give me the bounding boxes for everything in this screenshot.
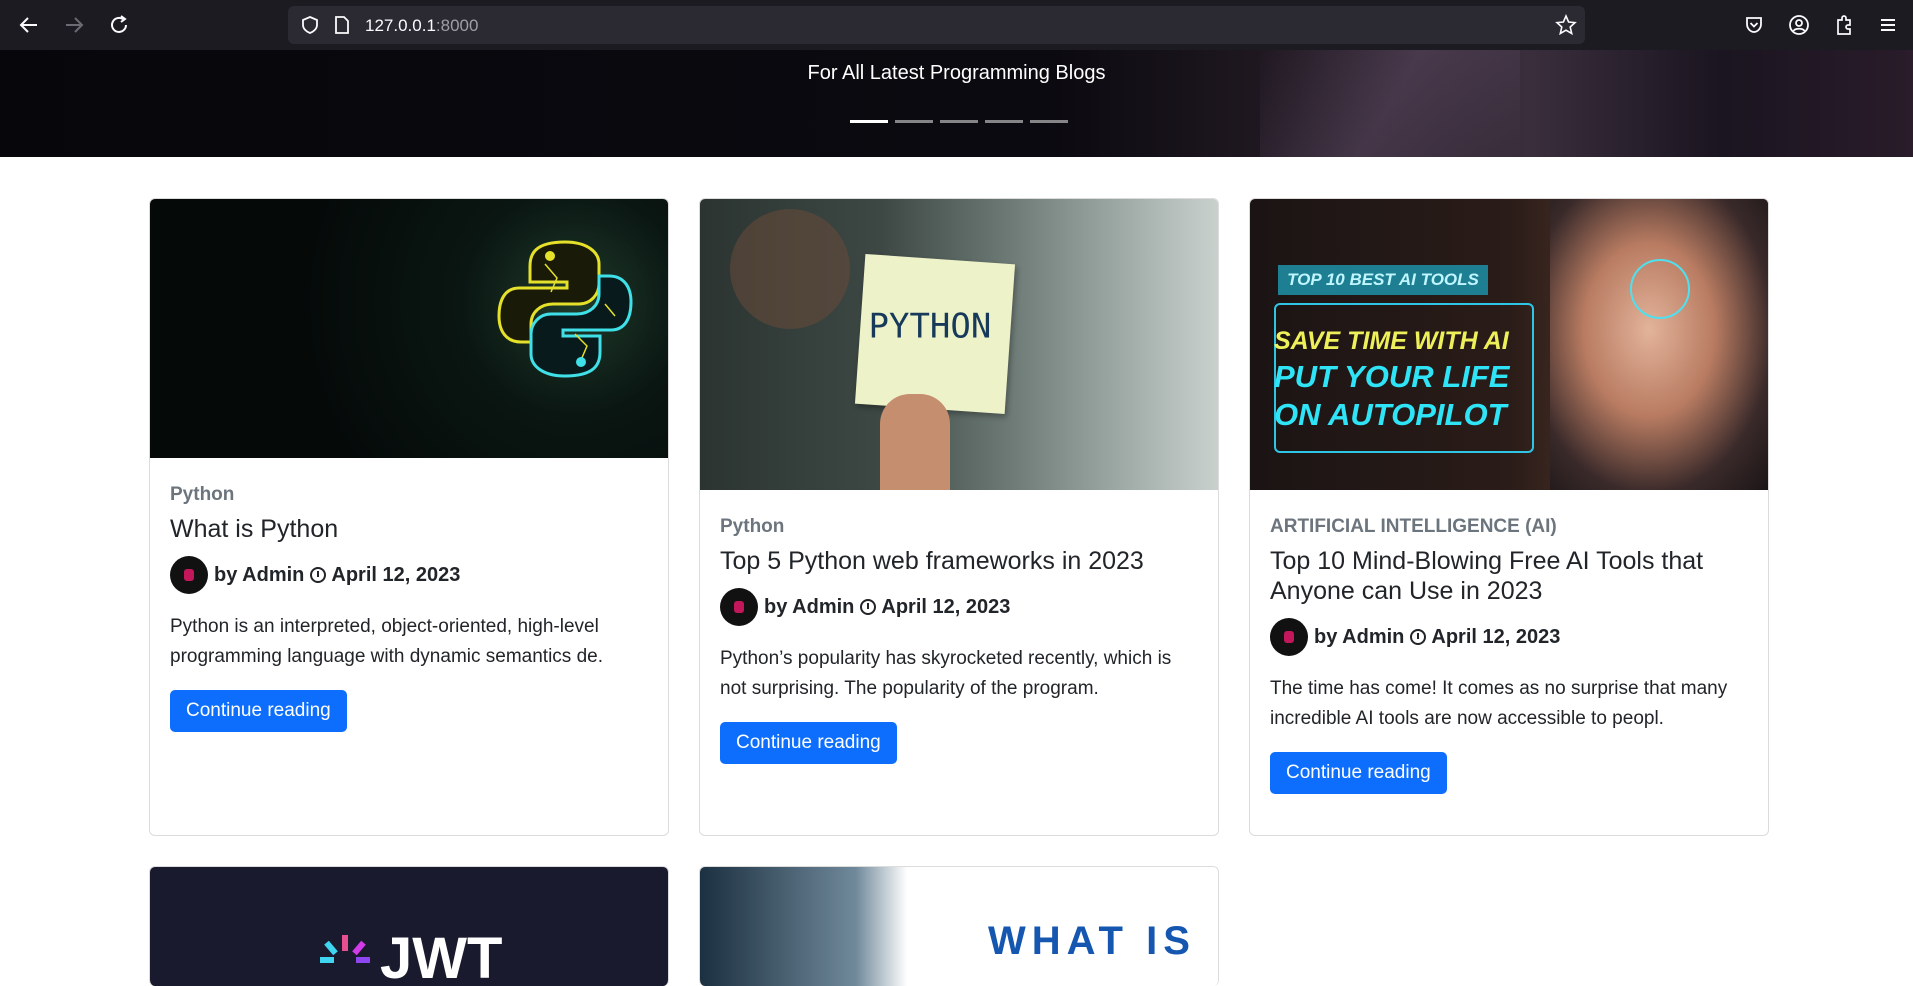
pocket-icon xyxy=(1746,17,1762,33)
ai-image-line3: ON AUTOPILOT xyxy=(1274,397,1507,432)
ai-eye-ring xyxy=(1630,259,1690,319)
post-title[interactable]: Top 10 Mind-Blowing Free AI Tools that A… xyxy=(1270,546,1748,606)
ai-robot-face xyxy=(1550,199,1768,490)
post-title[interactable]: What is Python xyxy=(170,514,648,544)
post-meta: by Admin April 12, 2023 xyxy=(1270,618,1748,656)
hamburger-menu-icon xyxy=(1881,19,1895,31)
ai-image-tag: TOP 10 BEST AI TOOLS xyxy=(1278,265,1488,295)
post-excerpt: The time has come! It comes as no surpri… xyxy=(1270,678,1728,729)
post-card: PYTHON Python Top 5 Python web framework… xyxy=(699,198,1219,836)
continue-reading-button[interactable]: Continue reading xyxy=(1270,752,1447,794)
post-image: JWT xyxy=(150,867,668,986)
account-icon xyxy=(1789,15,1809,35)
post-excerpt: Python is an interpreted, object-oriente… xyxy=(170,616,603,667)
post-author: by Admin xyxy=(1314,625,1405,648)
carousel-indicator-2[interactable] xyxy=(895,120,933,123)
post-date: April 12, 2023 xyxy=(881,595,1011,618)
hand-shape xyxy=(880,394,950,490)
account-button[interactable] xyxy=(1785,11,1813,39)
post-card: JWT xyxy=(149,866,669,986)
post-date: April 12, 2023 xyxy=(1431,625,1561,648)
continue-reading-button[interactable]: Continue reading xyxy=(170,690,347,732)
python-logo-icon xyxy=(497,240,633,378)
carousel-indicators xyxy=(850,120,1068,123)
person-silhouette xyxy=(730,209,850,329)
post-author: by Admin xyxy=(764,595,855,618)
back-button[interactable] xyxy=(15,11,43,39)
author-avatar xyxy=(1270,618,1308,656)
author-avatar xyxy=(170,556,208,594)
what-is-image-text: WHAT IS xyxy=(988,919,1196,963)
ai-image-line1: SAVE TIME WITH AI xyxy=(1274,327,1509,355)
reload-button[interactable] xyxy=(105,11,133,39)
puzzle-icon xyxy=(1837,15,1851,35)
post-excerpt: Python’s popularity has skyrocketed rece… xyxy=(720,648,1172,699)
browser-toolbar: 127.0.0.1:8000 xyxy=(0,0,1913,50)
clock-icon xyxy=(310,567,327,583)
ai-image-line2: PUT YOUR LIFE xyxy=(1274,359,1510,394)
clock-icon xyxy=(860,599,877,615)
carousel-indicator-4[interactable] xyxy=(985,120,1023,123)
clock-icon xyxy=(1410,629,1427,645)
post-image: TOP 10 BEST AI TOOLS SAVE TIME WITH AI P… xyxy=(1250,199,1768,490)
sticky-note: PYTHON xyxy=(854,253,1016,415)
post-image: WHAT IS xyxy=(700,867,1218,986)
url-text: 127.0.0.1:8000 xyxy=(365,16,479,35)
hero-subtitle: For All Latest Programming Blogs xyxy=(807,62,1106,84)
post-meta: by Admin April 12, 2023 xyxy=(720,588,1198,626)
bookmark-star-icon[interactable] xyxy=(1555,14,1577,36)
post-date: April 12, 2023 xyxy=(331,563,461,586)
menu-button[interactable] xyxy=(1874,11,1902,39)
author-avatar xyxy=(720,588,758,626)
continue-reading-button[interactable]: Continue reading xyxy=(720,722,897,764)
post-card: TOP 10 BEST AI TOOLS SAVE TIME WITH AI P… xyxy=(1249,198,1769,836)
post-author: by Admin xyxy=(214,563,305,586)
sticky-note-text: PYTHON xyxy=(868,306,992,347)
post-card-body: Python What is Python by Admin April 12,… xyxy=(170,484,648,732)
post-image: PYTHON xyxy=(700,199,1218,490)
pocket-button[interactable] xyxy=(1740,11,1768,39)
post-title[interactable]: Top 5 Python web frameworks in 2023 xyxy=(720,546,1198,576)
post-category[interactable]: ARTIFICIAL INTELLIGENCE (AI) xyxy=(1270,516,1748,538)
extensions-button[interactable] xyxy=(1830,11,1858,39)
carousel-indicator-3[interactable] xyxy=(940,120,978,123)
jwt-logo-icon xyxy=(320,935,370,963)
post-card-body: Python Top 5 Python web frameworks in 20… xyxy=(720,516,1198,764)
carousel-indicator-5[interactable] xyxy=(1030,120,1068,123)
back-arrow-icon xyxy=(19,17,37,33)
post-card: Python What is Python by Admin April 12,… xyxy=(149,198,669,836)
post-category[interactable]: Python xyxy=(170,484,648,506)
post-image xyxy=(150,199,668,458)
page-icon xyxy=(335,16,349,34)
hero-carousel: For All Latest Programming Blogs xyxy=(0,50,1913,157)
post-card: WHAT IS xyxy=(699,866,1219,986)
forward-button[interactable] xyxy=(60,11,88,39)
post-meta: by Admin April 12, 2023 xyxy=(170,556,648,594)
shield-icon[interactable] xyxy=(300,15,320,35)
carousel-indicator-1[interactable] xyxy=(850,120,888,123)
post-card-body: ARTIFICIAL INTELLIGENCE (AI) Top 10 Mind… xyxy=(1270,516,1748,794)
forward-arrow-icon xyxy=(66,17,84,33)
url-bar[interactable]: 127.0.0.1:8000 xyxy=(288,6,1585,44)
jwt-image-text: JWT xyxy=(380,926,503,986)
reload-icon xyxy=(111,15,127,33)
post-category[interactable]: Python xyxy=(720,516,1198,538)
